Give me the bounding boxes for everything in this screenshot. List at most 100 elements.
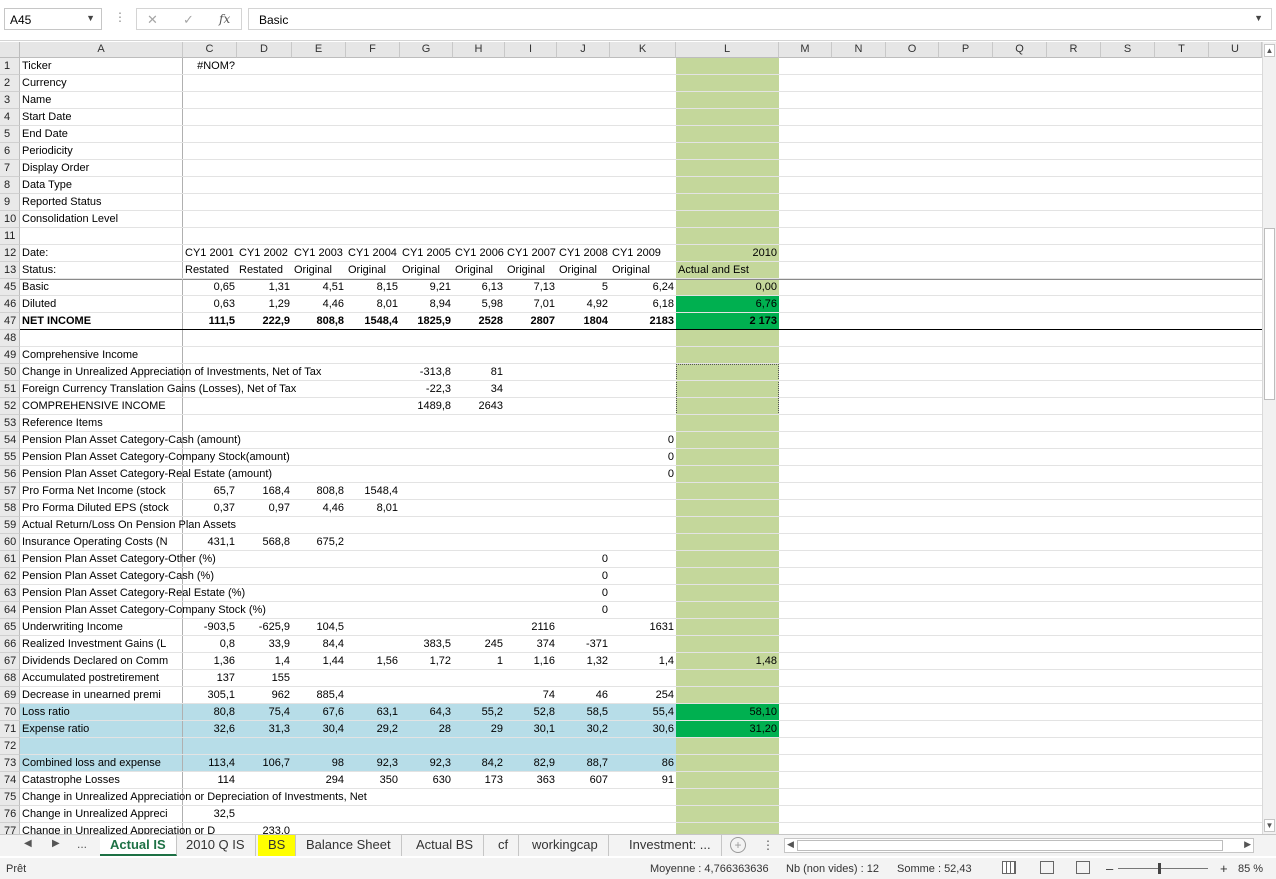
cell-k67[interactable]: 1,4 bbox=[610, 653, 676, 669]
vertical-scrollbar[interactable]: ▲ ▼ bbox=[1262, 42, 1276, 834]
row-header[interactable]: 76 bbox=[0, 806, 20, 823]
cell-g74[interactable]: 630 bbox=[400, 772, 453, 788]
cell-g46[interactable]: 8,94 bbox=[400, 296, 453, 312]
cell-g47[interactable]: 1825,9 bbox=[400, 313, 453, 329]
cell-h70[interactable]: 55,2 bbox=[453, 704, 505, 720]
sheet-tab[interactable]: workingcap bbox=[522, 835, 609, 856]
cell-g13[interactable]: Original bbox=[400, 262, 453, 278]
cell-i71[interactable]: 30,1 bbox=[505, 721, 557, 737]
sheet-tab[interactable]: Investment: ... bbox=[619, 835, 722, 856]
column-header-n[interactable]: N bbox=[832, 42, 886, 58]
row-label-cell[interactable]: End Date bbox=[20, 126, 181, 142]
confirm-icon[interactable]: ✓ bbox=[183, 12, 194, 28]
cell-d60[interactable]: 568,8 bbox=[237, 534, 292, 550]
row-header[interactable]: 48 bbox=[0, 330, 20, 347]
cell-g70[interactable]: 64,3 bbox=[400, 704, 453, 720]
row-label-cell[interactable]: NET INCOME bbox=[20, 313, 181, 329]
column-header-c[interactable]: C bbox=[183, 42, 237, 58]
row-label-cell[interactable] bbox=[20, 738, 181, 754]
cell-c74[interactable]: 114 bbox=[183, 772, 237, 788]
cell-j64[interactable]: 0 bbox=[557, 602, 610, 618]
row-label-cell[interactable]: Pro Forma Diluted EPS (stock bbox=[20, 500, 181, 516]
cell-d47[interactable]: 222,9 bbox=[237, 313, 292, 329]
row-header[interactable]: 12 bbox=[0, 245, 20, 262]
row-header[interactable]: 4 bbox=[0, 109, 20, 126]
row-header[interactable]: 9 bbox=[0, 194, 20, 211]
row-label-cell[interactable]: Comprehensive Income bbox=[20, 347, 181, 363]
horizontal-scroll-thumb[interactable] bbox=[797, 840, 1223, 851]
row-label-cell[interactable]: Name bbox=[20, 92, 181, 108]
cell-k65[interactable]: 1631 bbox=[610, 619, 676, 635]
cell-j13[interactable]: Original bbox=[557, 262, 610, 278]
scroll-up-icon[interactable]: ▲ bbox=[1264, 44, 1275, 57]
row-header[interactable]: 72 bbox=[0, 738, 20, 755]
row-header[interactable]: 54 bbox=[0, 432, 20, 449]
cell-f71[interactable]: 29,2 bbox=[346, 721, 400, 737]
cell-j62[interactable]: 0 bbox=[557, 568, 610, 584]
column-header-r[interactable]: R bbox=[1047, 42, 1101, 58]
cell-e71[interactable]: 30,4 bbox=[292, 721, 346, 737]
cell-e65[interactable]: 104,5 bbox=[292, 619, 346, 635]
cell-c45[interactable]: 0,65 bbox=[183, 279, 237, 295]
cell-d77[interactable]: 233,0 bbox=[237, 823, 292, 834]
cell-i45[interactable]: 7,13 bbox=[505, 279, 557, 295]
row-label-cell[interactable]: Change in Unrealized Appreciation or D bbox=[20, 823, 215, 834]
cell-c68[interactable]: 137 bbox=[183, 670, 237, 686]
cell-f73[interactable]: 92,3 bbox=[346, 755, 400, 771]
cell-d12[interactable]: CY1 2002 bbox=[237, 245, 292, 261]
row-label-cell[interactable] bbox=[20, 228, 181, 244]
cell-e57[interactable]: 808,8 bbox=[292, 483, 346, 499]
row-header[interactable]: 62 bbox=[0, 568, 20, 585]
zoom-slider[interactable] bbox=[1118, 868, 1208, 869]
cell-f47[interactable]: 1548,4 bbox=[346, 313, 400, 329]
row-label-cell[interactable]: Underwriting Income bbox=[20, 619, 181, 635]
row-label-cell[interactable]: Reference Items bbox=[20, 415, 181, 431]
cell-g51[interactable]: -22,3 bbox=[400, 381, 453, 397]
name-box[interactable]: A45 ▼ bbox=[4, 8, 102, 30]
cell-f46[interactable]: 8,01 bbox=[346, 296, 400, 312]
cell-c76[interactable]: 32,5 bbox=[183, 806, 237, 822]
cell-d66[interactable]: 33,9 bbox=[237, 636, 292, 652]
cell-f12[interactable]: CY1 2004 bbox=[346, 245, 400, 261]
normal-view-icon[interactable] bbox=[1002, 861, 1016, 874]
page-layout-view-icon[interactable] bbox=[1040, 861, 1054, 874]
column-header-e[interactable]: E bbox=[292, 42, 346, 58]
cell-g45[interactable]: 9,21 bbox=[400, 279, 453, 295]
cell-j61[interactable]: 0 bbox=[557, 551, 610, 567]
cell-d57[interactable]: 168,4 bbox=[237, 483, 292, 499]
cell-l13[interactable]: Actual and Est bbox=[676, 262, 779, 278]
cell-f57[interactable]: 1548,4 bbox=[346, 483, 400, 499]
row-header[interactable]: 67 bbox=[0, 653, 20, 670]
cell-l47[interactable]: 2 173 bbox=[676, 313, 779, 329]
row-header[interactable]: 68 bbox=[0, 670, 20, 687]
cell-e58[interactable]: 4,46 bbox=[292, 500, 346, 516]
row-header[interactable]: 11 bbox=[0, 228, 20, 245]
cell-l45[interactable]: 0,00 bbox=[676, 279, 779, 295]
row-label-cell[interactable]: Pension Plan Asset Category-Real Estate … bbox=[20, 585, 245, 601]
row-label-cell[interactable]: Date: bbox=[20, 245, 181, 261]
row-header[interactable]: 70 bbox=[0, 704, 20, 721]
cell-l46[interactable]: 6,76 bbox=[676, 296, 779, 312]
row-label-cell[interactable]: Ticker bbox=[20, 58, 181, 74]
sheet-tab[interactable]: Actual BS bbox=[406, 835, 485, 856]
cell-e12[interactable]: CY1 2003 bbox=[292, 245, 346, 261]
cell-i73[interactable]: 82,9 bbox=[505, 755, 557, 771]
row-label-cell[interactable]: Accumulated postretirement bbox=[20, 670, 181, 686]
cell-i67[interactable]: 1,16 bbox=[505, 653, 557, 669]
cell-c58[interactable]: 0,37 bbox=[183, 500, 237, 516]
page-break-view-icon[interactable] bbox=[1076, 861, 1090, 874]
row-label-cell[interactable]: Reported Status bbox=[20, 194, 181, 210]
horizontal-scrollbar[interactable]: ◀ ▶ bbox=[784, 838, 1254, 853]
cell-i65[interactable]: 2116 bbox=[505, 619, 557, 635]
column-header-h[interactable]: H bbox=[453, 42, 505, 58]
row-label-cell[interactable]: Pension Plan Asset Category-Other (%) bbox=[20, 551, 216, 567]
cell-c66[interactable]: 0,8 bbox=[183, 636, 237, 652]
vertical-scroll-thumb[interactable] bbox=[1264, 228, 1275, 400]
cell-l12[interactable]: 2010 bbox=[676, 245, 779, 261]
cell-e60[interactable]: 675,2 bbox=[292, 534, 346, 550]
cell-k71[interactable]: 30,6 bbox=[610, 721, 676, 737]
cell-g52[interactable]: 1489,8 bbox=[400, 398, 453, 414]
row-label-cell[interactable]: Change in Unrealized Appreciation or Dep… bbox=[20, 789, 367, 805]
cell-k74[interactable]: 91 bbox=[610, 772, 676, 788]
cell-e69[interactable]: 885,4 bbox=[292, 687, 346, 703]
